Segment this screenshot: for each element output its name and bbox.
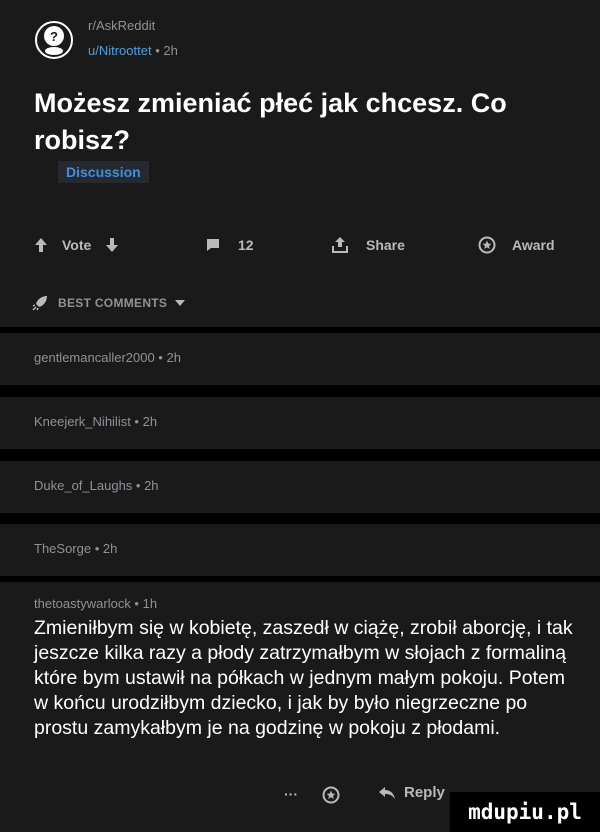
chevron-down-icon [174, 300, 185, 307]
meta-separator: • [151, 43, 164, 58]
post-author[interactable]: u/Nitroottet [88, 43, 152, 58]
downvote-icon[interactable] [105, 237, 119, 253]
comment-sort-bar: BEST COMMENTS [0, 275, 600, 327]
reply-icon [379, 786, 395, 799]
comment-meta: thetoastywarlock • 1h [34, 596, 158, 611]
vote-control: Vote [34, 233, 119, 257]
upvote-icon[interactable] [34, 237, 48, 253]
comment-item[interactable]: Kneejerk_Nihilist • 2h [0, 397, 600, 449]
svg-text:?: ? [50, 29, 58, 44]
askreddit-avatar-icon[interactable]: ? [34, 20, 74, 60]
post-age: 2h [163, 43, 178, 58]
post-actions-bar: Vote 12 Share Award [0, 215, 600, 275]
subreddit-name[interactable]: r/AskReddit [88, 18, 155, 33]
award-button[interactable]: Award [478, 233, 555, 257]
post-meta: u/Nitroottet • 2h [88, 43, 178, 58]
comment-body: Zmieniłbym się w kobietę, zaszedł w ciąż… [34, 617, 573, 739]
share-icon [332, 237, 348, 253]
comments-button[interactable]: 12 [206, 233, 254, 257]
comment-meta: TheSorge • 2h [34, 541, 118, 556]
vote-label: Vote [62, 237, 92, 253]
post-title[interactable]: Możesz zmieniać płeć jak chcesz. Co robi… [34, 85, 574, 159]
award-icon[interactable] [322, 786, 340, 804]
post-header: ? r/AskReddit u/Nitroottet • 2h Możesz z… [0, 0, 600, 215]
comment-item[interactable]: TheSorge • 2h [0, 524, 600, 576]
reply-label: Reply [404, 784, 445, 801]
post-flair[interactable]: Discussion [58, 161, 149, 183]
sort-dropdown[interactable]: BEST COMMENTS [58, 296, 185, 310]
sort-label: BEST COMMENTS [58, 296, 168, 310]
share-label: Share [366, 237, 405, 253]
comment-item[interactable]: Duke_of_Laughs • 2h [0, 461, 600, 513]
more-options-button[interactable]: ··· [284, 786, 298, 802]
award-label: Award [512, 237, 555, 253]
comment-item[interactable]: gentlemancaller2000 • 2h [0, 333, 600, 385]
share-button[interactable]: Share [332, 233, 405, 257]
comment-icon [207, 239, 219, 251]
watermark-logo: mdupiu.pl [450, 792, 600, 832]
reply-button[interactable]: Reply [378, 784, 445, 801]
comments-count: 12 [238, 237, 254, 253]
award-icon [478, 236, 496, 254]
comment-meta: Kneejerk_Nihilist • 2h [34, 414, 158, 429]
comment-meta: Duke_of_Laughs • 2h [34, 478, 159, 493]
rocket-icon [32, 296, 47, 311]
comment-meta: gentlemancaller2000 • 2h [34, 350, 181, 365]
